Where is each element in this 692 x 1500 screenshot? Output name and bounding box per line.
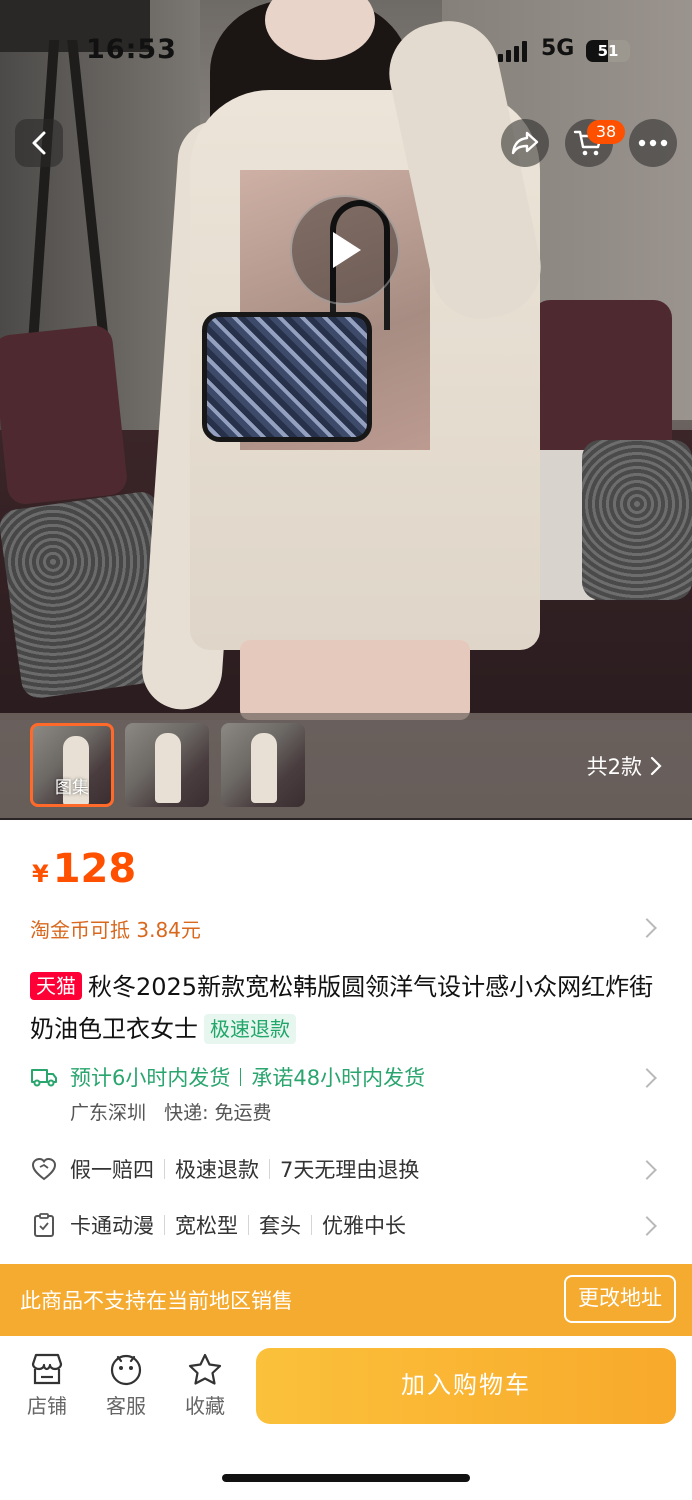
thumbnail-style[interactable] — [125, 723, 209, 807]
play-video-button[interactable] — [290, 195, 400, 305]
product-title: 秋冬2025新款宽松韩版圆领洋气设计感小众网红炸街奶油色卫衣女士 — [30, 973, 654, 1043]
tab-favorite[interactable]: 收藏 — [170, 1352, 240, 1419]
price: ¥ 128 — [32, 846, 136, 892]
product-title-block: 天猫 秋冬2025新款宽松韩版圆领洋气设计感小众网红炸街奶油色卫衣女士 极速退款 — [30, 966, 670, 1050]
spec-item: 套头 — [259, 1214, 301, 1238]
thumbnail-style[interactable] — [221, 723, 305, 807]
separator — [269, 1159, 270, 1179]
separator — [164, 1159, 165, 1179]
network-type: 5G — [541, 36, 575, 61]
clipboard-icon — [30, 1211, 58, 1239]
coin-discount[interactable]: 淘金币可抵 3.84元 — [30, 914, 201, 943]
handbag — [202, 312, 372, 442]
shipping-fee: 快递: 免运费 — [164, 1102, 272, 1124]
fast-refund-tag: 极速退款 — [204, 1014, 296, 1044]
change-address-button[interactable]: 更改地址 — [564, 1275, 676, 1323]
separator — [248, 1215, 249, 1235]
chevron-right-icon — [637, 918, 657, 938]
tab-label: 店铺 — [27, 1394, 67, 1418]
separator — [164, 1215, 165, 1235]
chevron-left-icon — [32, 131, 46, 155]
service-icon — [110, 1354, 142, 1386]
pillow — [532, 300, 672, 460]
play-icon — [333, 232, 361, 268]
region-warning-banner: 此商品不支持在当前地区销售 更改地址 — [0, 1264, 692, 1336]
store-icon — [31, 1353, 63, 1385]
shield-heart-icon — [30, 1155, 58, 1183]
delivery-origin-row: 广东深圳 快递: 免运费 — [70, 1098, 272, 1125]
currency-symbol: ¥ — [32, 860, 49, 888]
delivery-estimate: 预计6小时内发货 — [70, 1066, 231, 1090]
pillow — [582, 440, 692, 600]
pillow — [0, 324, 129, 506]
model-figure — [139, 0, 550, 720]
tab-customer-service[interactable]: 客服 — [91, 1352, 161, 1419]
thumbnail-label: 图集 — [55, 778, 89, 798]
cart-count-badge: 38 — [587, 120, 625, 144]
spec-item: 卡通动漫 — [70, 1214, 154, 1238]
legs — [240, 640, 470, 720]
separator — [240, 1068, 242, 1086]
home-indicator[interactable] — [222, 1474, 470, 1482]
thumbnail-gallery[interactable]: 图集 — [30, 723, 114, 807]
share-icon — [511, 131, 539, 155]
star-icon — [188, 1353, 222, 1385]
tab-label: 客服 — [106, 1394, 146, 1418]
battery-level: 51 — [597, 42, 619, 60]
chevron-right-icon — [650, 756, 662, 776]
spec-item: 宽松型 — [175, 1214, 238, 1238]
specs-row[interactable]: 卡通动漫 宽松型 套头 优雅中长 — [30, 1210, 662, 1240]
styles-count-link[interactable]: 共2款 — [587, 751, 662, 781]
tab-store[interactable]: 店铺 — [12, 1352, 82, 1419]
tab-label: 收藏 — [185, 1394, 225, 1418]
guarantee-row[interactable]: 假一赔四 极速退款 7天无理由退换 — [30, 1154, 662, 1184]
styles-count-label: 共2款 — [586, 755, 642, 779]
ship-origin: 广东深圳 — [70, 1102, 147, 1124]
signal-icon — [498, 40, 527, 62]
more-dots-icon — [638, 139, 668, 147]
more-button[interactable] — [629, 119, 677, 167]
separator — [311, 1215, 312, 1235]
tmall-badge: 天猫 — [30, 972, 82, 1000]
status-time: 16:53 — [86, 34, 177, 65]
share-button[interactable] — [501, 119, 549, 167]
guarantee-item: 极速退款 — [175, 1158, 259, 1182]
delivery-row[interactable]: 预计6小时内发货 承诺48小时内发货 — [30, 1062, 662, 1092]
price-value: 128 — [52, 846, 137, 892]
region-warning-text: 此商品不支持在当前地区销售 — [20, 1289, 293, 1313]
battery-icon: 51 — [586, 40, 630, 62]
delivery-promise: 承诺48小时内发货 — [251, 1066, 426, 1090]
truck-icon — [30, 1063, 58, 1091]
thumbnail-strip: 图集 共2款 — [0, 713, 692, 818]
spec-item: 优雅中长 — [322, 1214, 406, 1238]
product-main-image[interactable]: 16:53 5G 51 38 图集 共2款 — [0, 0, 692, 820]
add-to-cart-button[interactable]: 加入购物车 — [256, 1348, 676, 1424]
guarantee-item: 假一赔四 — [70, 1158, 154, 1182]
guarantee-item: 7天无理由退换 — [280, 1158, 420, 1182]
status-bar: 16:53 5G 51 — [0, 0, 692, 104]
back-button[interactable] — [15, 119, 63, 167]
